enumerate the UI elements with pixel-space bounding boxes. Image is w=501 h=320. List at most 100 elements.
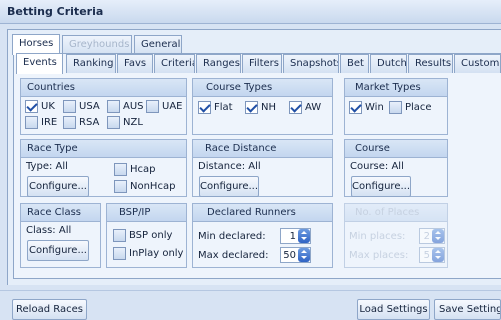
course-configure-button[interactable]: Configure... xyxy=(351,176,411,197)
window-title: Betting Criteria xyxy=(7,5,104,18)
race-distance-value: Distance: All xyxy=(198,161,261,172)
country-uk-label: UK xyxy=(41,101,55,112)
bsp-ip-title: BSP/IP xyxy=(107,204,186,222)
max-places-label: Max places: xyxy=(349,250,409,261)
tab-custom[interactable]: Custom xyxy=(454,54,501,73)
market-win-label: Win xyxy=(365,102,384,113)
tab-bet[interactable]: Bet xyxy=(340,54,369,73)
min-declared-value: 1 xyxy=(289,230,296,242)
country-usa-label: USA xyxy=(79,101,100,112)
race-distance-group: Race Distance Distance: All Configure... xyxy=(192,139,333,197)
checkbox-icon xyxy=(389,101,402,114)
race-nonhcap-label: NonHcap xyxy=(130,181,176,192)
market-types-group: Market Types Win Place xyxy=(344,78,448,135)
checkbox-icon xyxy=(114,163,127,176)
country-uae-checkbox[interactable]: UAE xyxy=(146,100,182,113)
checkbox-icon xyxy=(114,180,127,193)
countries-title: Countries xyxy=(21,79,186,97)
checkbox-icon xyxy=(113,229,126,242)
market-place-checkbox[interactable]: Place xyxy=(389,101,432,114)
tab-results[interactable]: Results xyxy=(408,54,453,73)
checkbox-icon xyxy=(146,100,159,113)
race-type-title: Race Type xyxy=(21,140,186,158)
country-aus-label: AUS xyxy=(123,101,144,112)
checkbox-icon xyxy=(25,116,38,129)
market-types-title: Market Types xyxy=(345,79,447,97)
country-usa-checkbox[interactable]: USA xyxy=(63,100,100,113)
max-places-spinner[interactable]: 5 xyxy=(419,247,445,263)
declared-runners-title: Declared Runners xyxy=(193,204,332,222)
race-nonhcap-checkbox[interactable]: NonHcap xyxy=(114,180,175,193)
min-places-label: Min places: xyxy=(349,231,406,242)
race-type-value: Type: All xyxy=(26,161,68,172)
tab-greyhounds[interactable]: Greyhounds xyxy=(62,35,132,54)
country-ire-label: IRE xyxy=(41,117,58,128)
checkbox-checked-icon xyxy=(198,101,211,114)
min-places-value: 2 xyxy=(423,230,430,242)
course-types-title: Course Types xyxy=(193,79,332,97)
race-type-group: Race Type Type: All Configure... Hcap No… xyxy=(20,139,187,197)
race-class-configure-button[interactable]: Configure... xyxy=(27,240,89,261)
bsp-only-checkbox[interactable]: BSP only xyxy=(113,229,172,242)
spin-arrows-icon[interactable] xyxy=(432,248,444,262)
tab-filters[interactable]: Filters xyxy=(242,54,282,73)
title-bar: Betting Criteria xyxy=(0,0,501,24)
country-nzl-checkbox[interactable]: NZL xyxy=(107,116,143,129)
course-aw-label: AW xyxy=(305,102,322,113)
race-hcap-label: Hcap xyxy=(130,164,156,175)
race-type-configure-button[interactable]: Configure... xyxy=(27,176,89,197)
race-hcap-checkbox[interactable]: Hcap xyxy=(114,163,156,176)
course-value: Course: All xyxy=(350,161,404,172)
course-types-group: Course Types Flat NH AW xyxy=(192,78,333,135)
course-title: Course xyxy=(345,140,447,158)
max-declared-spinner[interactable]: 50 xyxy=(280,247,311,263)
course-group: Course Course: All Configure... xyxy=(344,139,448,197)
country-uk-checkbox[interactable]: UK xyxy=(25,100,55,113)
country-nzl-label: NZL xyxy=(123,117,143,128)
places-group: No. of Places Min places: 2 Max places: … xyxy=(344,203,448,268)
course-nh-checkbox[interactable]: NH xyxy=(245,101,276,114)
tab-dutch[interactable]: Dutch xyxy=(370,54,407,73)
race-class-group: Race Class Class: All Configure... xyxy=(20,203,101,268)
market-win-checkbox[interactable]: Win xyxy=(349,101,384,114)
min-places-spinner[interactable]: 2 xyxy=(419,228,445,244)
tab-ranking[interactable]: Ranking xyxy=(66,54,116,73)
bsp-only-label: BSP only xyxy=(129,230,173,241)
checkbox-icon xyxy=(63,100,76,113)
course-flat-checkbox[interactable]: Flat xyxy=(198,101,233,114)
inplay-only-checkbox[interactable]: InPlay only xyxy=(113,247,183,260)
countries-group: Countries UK USA AUS UAE IRE RSA NZL xyxy=(20,78,187,135)
checkbox-checked-icon xyxy=(349,101,362,114)
tab-general[interactable]: General xyxy=(134,35,182,54)
min-declared-spinner[interactable]: 1 xyxy=(280,228,311,244)
race-distance-title: Race Distance xyxy=(193,140,332,158)
max-declared-value: 50 xyxy=(283,249,296,261)
country-rsa-label: RSA xyxy=(79,117,100,128)
spin-arrows-icon[interactable] xyxy=(432,229,444,243)
max-places-value: 5 xyxy=(423,249,430,261)
country-rsa-checkbox[interactable]: RSA xyxy=(63,116,99,129)
checkbox-checked-icon xyxy=(289,101,302,114)
race-distance-configure-button[interactable]: Configure... xyxy=(199,176,259,197)
tab-horses[interactable]: Horses xyxy=(12,34,60,55)
min-declared-label: Min declared: xyxy=(198,231,266,242)
tab-snapshots[interactable]: Snapshots xyxy=(283,54,339,73)
load-settings-button[interactable]: Load Settings xyxy=(357,299,430,320)
race-class-title: Race Class xyxy=(21,204,100,222)
course-aw-checkbox[interactable]: AW xyxy=(289,101,321,114)
save-settings-button[interactable]: Save Settings xyxy=(434,299,501,320)
tab-events[interactable]: Events xyxy=(16,53,63,74)
country-uae-label: UAE xyxy=(162,101,183,112)
market-place-label: Place xyxy=(405,102,432,113)
spin-arrows-icon[interactable] xyxy=(298,229,310,243)
bsp-ip-group: BSP/IP BSP only InPlay only xyxy=(106,203,187,268)
checkbox-icon xyxy=(63,116,76,129)
reload-races-button[interactable]: Reload Races xyxy=(12,299,87,320)
country-aus-checkbox[interactable]: AUS xyxy=(107,100,144,113)
tab-ranges[interactable]: Ranges xyxy=(196,54,241,73)
tab-favs[interactable]: Favs xyxy=(117,54,153,73)
spin-arrows-icon[interactable] xyxy=(298,248,310,262)
country-ire-checkbox[interactable]: IRE xyxy=(25,116,57,129)
max-declared-label: Max declared: xyxy=(198,250,269,261)
tab-criteria[interactable]: Criteria xyxy=(154,54,195,73)
